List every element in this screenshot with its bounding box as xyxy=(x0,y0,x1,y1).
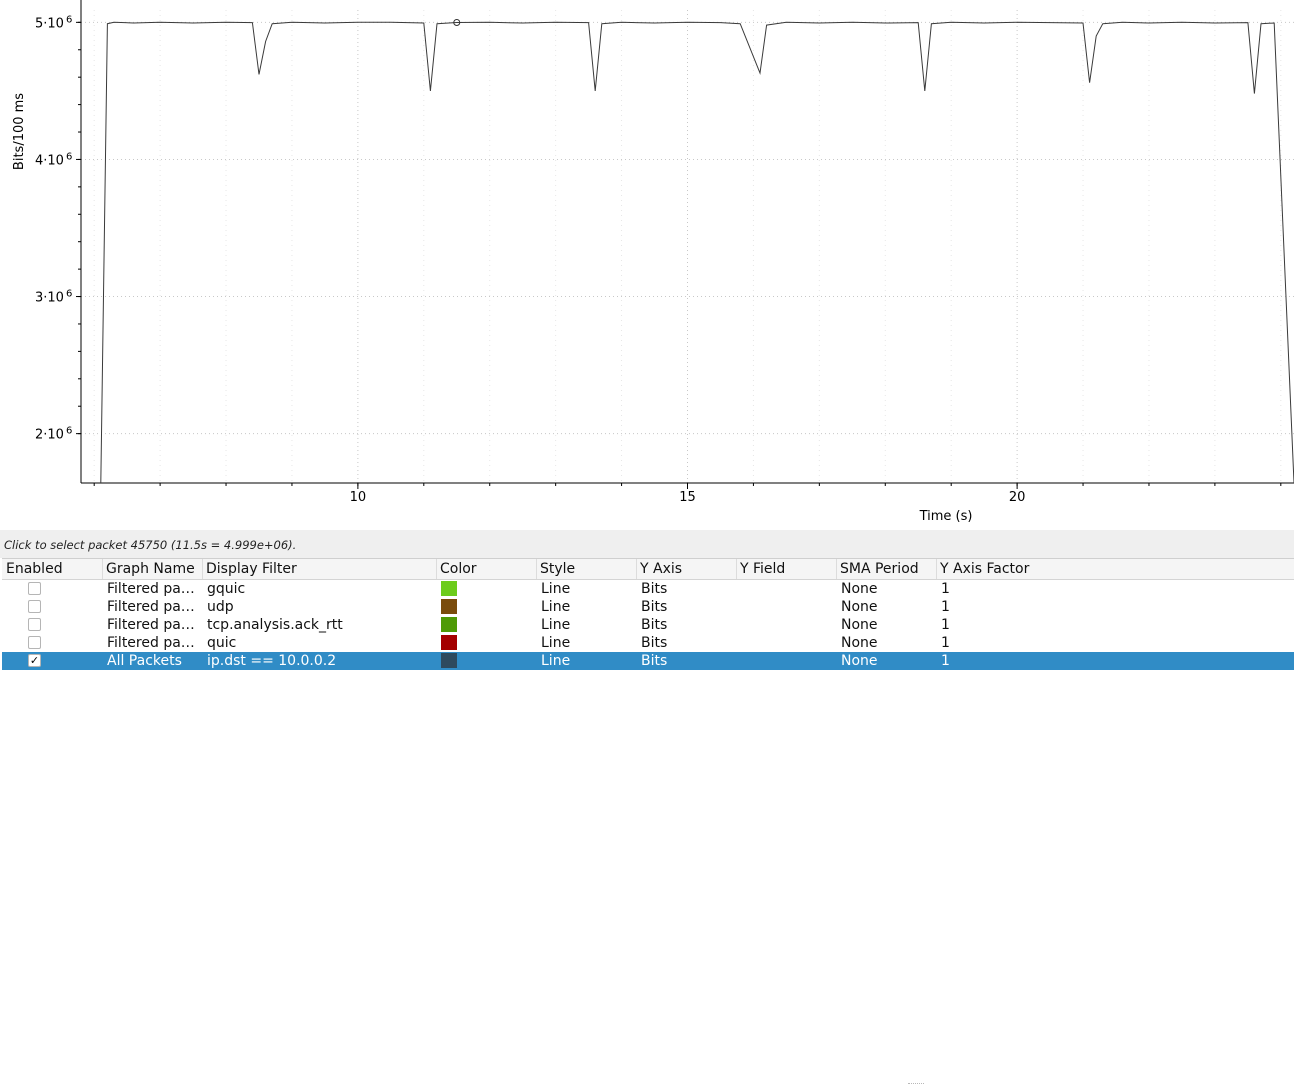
style-cell[interactable]: Line xyxy=(541,581,570,597)
sma-period-cell[interactable]: None xyxy=(841,581,878,597)
graph-name-cell[interactable]: Filtered pa… xyxy=(107,599,202,615)
sma-period-cell[interactable]: None xyxy=(841,599,878,615)
enabled-checkbox[interactable]: ✓ xyxy=(28,654,41,667)
display-filter-cell[interactable]: quic xyxy=(207,635,435,651)
column-header-y-field[interactable]: Y Field xyxy=(740,561,785,579)
enabled-checkbox[interactable] xyxy=(28,636,41,649)
table-row-quic[interactable]: Filtered pa… quic Line Bits None 1 xyxy=(2,634,1294,652)
style-cell[interactable]: Line xyxy=(541,617,570,633)
status-bar: Click to select packet 45750 (11.5s = 4.… xyxy=(0,530,1294,1084)
column-header-sma-period[interactable]: SMA Period xyxy=(840,561,919,579)
y-axis-cell[interactable]: Bits xyxy=(641,635,667,651)
enabled-checkbox[interactable] xyxy=(28,582,41,595)
table-row-tcp-ack-rtt[interactable]: Filtered pa… tcp.analysis.ack_rtt Line B… xyxy=(2,616,1294,634)
column-header-y-axis-factor[interactable]: Y Axis Factor xyxy=(940,561,1029,579)
column-header-y-axis[interactable]: Y Axis xyxy=(640,561,682,579)
y-axis-factor-cell[interactable]: 1 xyxy=(941,599,950,615)
graph-name-cell[interactable]: Filtered pa… xyxy=(107,581,202,597)
y-axis-factor-cell[interactable]: 1 xyxy=(941,635,950,651)
color-swatch[interactable] xyxy=(441,617,457,632)
display-filter-cell[interactable]: gquic xyxy=(207,581,435,597)
style-cell[interactable]: Line xyxy=(541,653,570,669)
enabled-checkbox[interactable] xyxy=(28,618,41,631)
column-header-graph-name[interactable]: Graph Name xyxy=(106,561,195,579)
x-tick-label: 20 xyxy=(1009,490,1026,505)
y-axis-cell[interactable]: Bits xyxy=(641,599,667,615)
y-axis-factor-cell[interactable]: 1 xyxy=(941,581,950,597)
color-swatch[interactable] xyxy=(441,653,457,668)
y-tick-label: 4·10 6 xyxy=(35,151,72,168)
color-swatch[interactable] xyxy=(441,581,457,596)
graphs-table[interactable]: Enabled Graph Name Display Filter Color … xyxy=(2,558,1294,672)
display-filter-cell[interactable]: udp xyxy=(207,599,435,615)
graph-name-cell[interactable]: Filtered pa… xyxy=(107,617,202,633)
y-tick-label: 2·10 6 xyxy=(35,426,72,443)
column-header-style[interactable]: Style xyxy=(540,561,575,579)
y-axis-title: Bits/100 ms xyxy=(12,93,27,170)
x-axis-title: Time (s) xyxy=(919,509,973,524)
table-row-udp[interactable]: Filtered pa… udp Line Bits None 1 xyxy=(2,598,1294,616)
enabled-checkbox[interactable] xyxy=(28,600,41,613)
sma-period-cell[interactable]: None xyxy=(841,617,878,633)
y-axis-cell[interactable]: Bits xyxy=(641,653,667,669)
y-axis-factor-cell[interactable]: 1 xyxy=(941,617,950,633)
table-header: Enabled Graph Name Display Filter Color … xyxy=(2,559,1294,580)
status-hint: Click to select packet 45750 (11.5s = 4.… xyxy=(4,538,297,552)
table-row-gquic[interactable]: Filtered pa… gquic Line Bits None 1 xyxy=(2,580,1294,598)
y-axis-cell[interactable]: Bits xyxy=(641,581,667,597)
column-header-enabled[interactable]: Enabled xyxy=(6,561,63,579)
io-graph-plot[interactable]: 5·10 6 4·10 6 3·10 6 2·10 6 10 15 20 Bits/100 ms Tim… xyxy=(0,0,1294,530)
y-axis-factor-cell[interactable]: 1 xyxy=(941,653,950,669)
y-axis-cell[interactable]: Bits xyxy=(641,617,667,633)
sma-period-cell[interactable]: None xyxy=(841,635,878,651)
column-header-color[interactable]: Color xyxy=(440,561,477,579)
display-filter-cell[interactable]: tcp.analysis.ack_rtt xyxy=(207,617,435,633)
y-tick-label: 5·10 6 xyxy=(35,14,72,31)
color-swatch[interactable] xyxy=(441,635,457,650)
x-tick-label: 15 xyxy=(679,490,696,505)
style-cell[interactable]: Line xyxy=(541,635,570,651)
x-tick-label: 10 xyxy=(350,490,367,505)
series-line xyxy=(100,21,1294,484)
color-swatch[interactable] xyxy=(441,599,457,614)
column-header-display-filter[interactable]: Display Filter xyxy=(206,561,297,579)
display-filter-cell[interactable]: ip.dst == 10.0.0.2 xyxy=(207,653,435,669)
plot-canvas[interactable]: 5·10 6 4·10 6 3·10 6 2·10 6 10 15 20 Bits/100 ms Tim… xyxy=(0,0,1294,530)
graph-name-cell[interactable]: All Packets xyxy=(107,653,202,669)
graph-name-cell[interactable]: Filtered pa… xyxy=(107,635,202,651)
sma-period-cell[interactable]: None xyxy=(841,653,878,669)
table-row-all-packets[interactable]: ✓ All Packets ip.dst == 10.0.0.2 Line Bi… xyxy=(2,652,1294,670)
style-cell[interactable]: Line xyxy=(541,599,570,615)
y-tick-label: 3·10 6 xyxy=(35,289,72,306)
